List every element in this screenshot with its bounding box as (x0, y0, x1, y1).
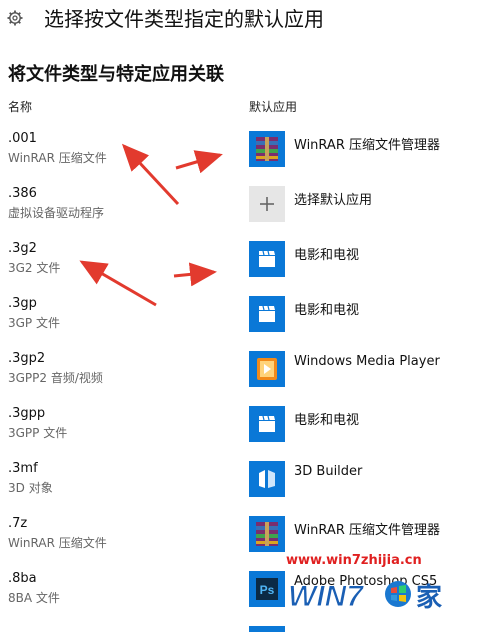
winrar-icon (249, 516, 285, 552)
section-title: 将文件类型与特定应用关联 (8, 64, 224, 85)
file-type-description: 3D 对象 (8, 481, 53, 495)
file-extension: .8ba (8, 571, 37, 586)
list-item: .3gp 3GP 文件 电影和电视 (0, 296, 481, 351)
watermark-url: www.win7zhijia.cn (286, 553, 422, 568)
movies-tv-icon (249, 241, 285, 277)
file-extension: .3gpp (8, 406, 46, 421)
file-extension: .3mf (8, 461, 38, 476)
page-header: 选择按文件类型指定的默认应用 (0, 0, 481, 40)
list-item: .3g2 3G2 文件 电影和电视 (0, 241, 481, 296)
app-name: 选择默认应用 (294, 193, 373, 208)
svg-text:家: 家 (416, 582, 442, 613)
list-item: .3gp2 3GPP2 音频/视频 Windows Media Player (0, 351, 481, 406)
app-name: WinRAR 压缩文件管理器 (294, 138, 440, 153)
default-app-button[interactable]: 3D Builder (249, 461, 469, 497)
movies-tv-icon (249, 406, 285, 442)
file-type-description: 虚拟设备驱动程序 (8, 206, 105, 220)
file-extension: .3gp2 (8, 351, 46, 366)
file-type-description: WinRAR 压缩文件 (8, 151, 107, 165)
app-name: 电影和电视 (294, 303, 360, 318)
app-name: 电影和电视 (294, 413, 360, 428)
movies-tv-icon (249, 296, 285, 332)
app-name: 3D Builder (294, 464, 363, 479)
file-type-description: 3GPP2 音频/视频 (8, 371, 103, 385)
file-extension: .386 (8, 186, 37, 201)
default-app-button[interactable]: 电影和电视 (249, 296, 469, 332)
file-extension: .3g2 (8, 241, 37, 256)
watermark-logo: WIN7 家 (288, 580, 443, 614)
default-app-button[interactable]: WinRAR 压缩文件管理器 (249, 516, 469, 552)
column-header-default-app: 默认应用 (249, 100, 298, 114)
column-header-name: 名称 (8, 100, 33, 114)
windows-media-player-icon (249, 351, 285, 387)
choose-default-app-button[interactable]: 选择默认应用 (249, 186, 469, 222)
app-name: WinRAR 压缩文件管理器 (294, 523, 440, 538)
file-type-description: 3GPP 文件 (8, 426, 68, 440)
svg-text:Ps: Ps (260, 583, 275, 597)
list-item: .3mf 3D 对象 3D Builder (0, 461, 481, 516)
file-type-description: WinRAR 压缩文件 (8, 536, 107, 550)
file-extension: .7z (8, 516, 28, 531)
file-extension: .3gp (8, 296, 37, 311)
plus-icon (249, 186, 285, 222)
default-app-button[interactable]: Windows Media Player (249, 351, 469, 387)
default-app-button[interactable]: 电影和电视 (249, 406, 469, 442)
3d-builder-icon (249, 461, 285, 497)
svg-text:WIN7: WIN7 (288, 580, 364, 613)
file-type-description: 3G2 文件 (8, 261, 61, 275)
app-icon-partial (249, 626, 285, 632)
app-name: 电影和电视 (294, 248, 360, 263)
file-type-description: 3GP 文件 (8, 316, 60, 330)
page-title: 选择按文件类型指定的默认应用 (44, 7, 324, 31)
photoshop-icon: Ps (249, 571, 285, 607)
winrar-icon (249, 131, 285, 167)
file-extension: .001 (8, 131, 37, 146)
list-item: .386 虚拟设备驱动程序 选择默认应用 (0, 186, 481, 241)
gear-icon[interactable] (7, 10, 23, 26)
list-item: .001 WinRAR 压缩文件 WinRAR 压缩文件管理器 (0, 131, 481, 186)
default-app-button[interactable]: 电影和电视 (249, 241, 469, 277)
default-app-button[interactable]: WinRAR 压缩文件管理器 (249, 131, 469, 167)
app-name: Windows Media Player (294, 354, 440, 369)
list-item: .3gpp 3GPP 文件 电影和电视 (0, 406, 481, 461)
file-type-description: 8BA 文件 (8, 591, 60, 605)
